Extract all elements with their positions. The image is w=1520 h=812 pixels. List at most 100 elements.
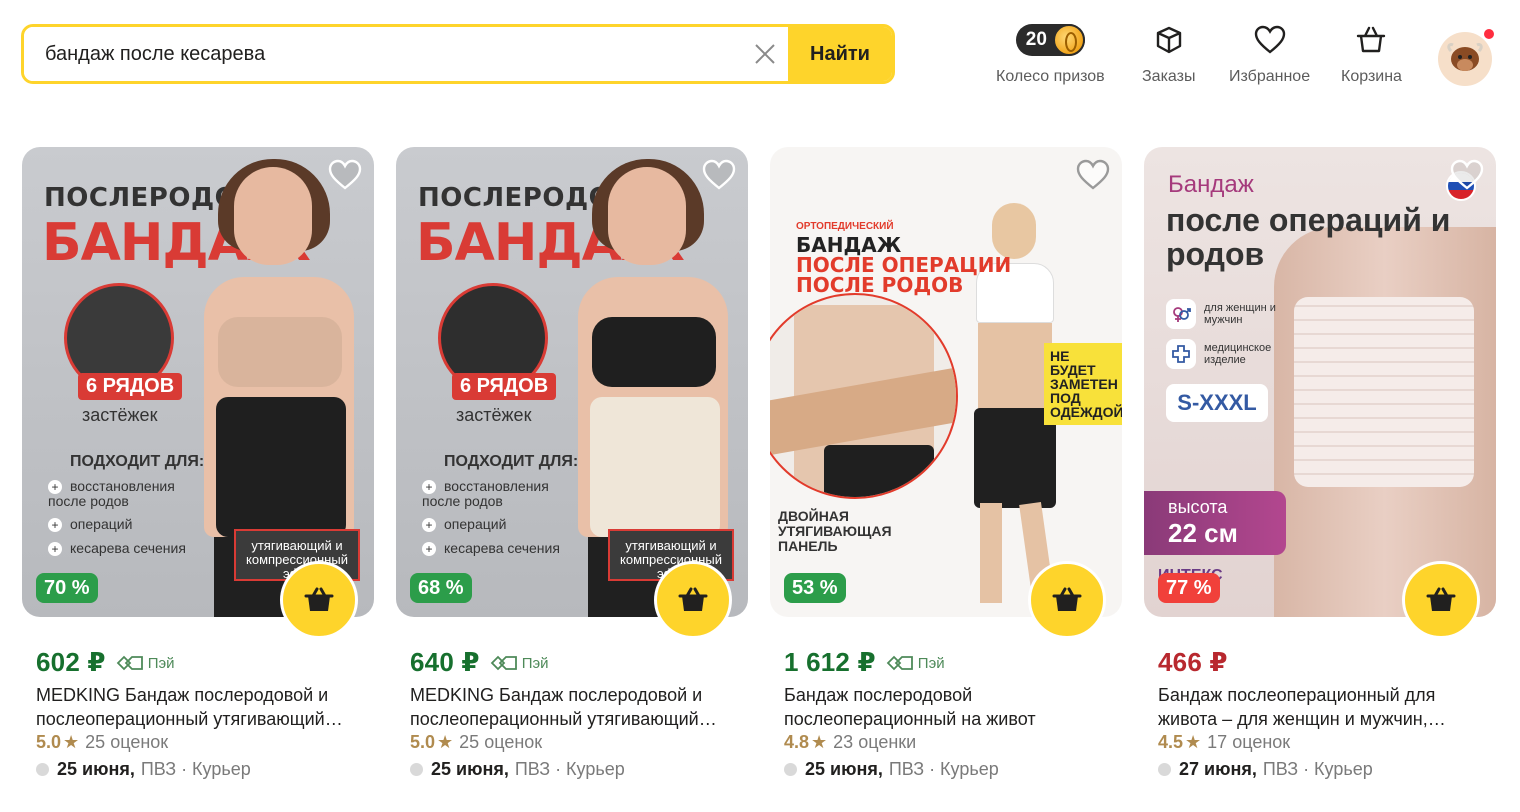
gender-icon — [1166, 299, 1196, 329]
product-card: ПОСЛЕРОДОВОЙ БАНДАЖ 6 РЯДОВ застёжек ПОД… — [22, 147, 374, 779]
size-badge: S-XXXL — [1166, 384, 1268, 422]
prize-wheel-button[interactable]: 20 Колесо призов — [996, 22, 1105, 86]
reviews-count: 25 оценок — [85, 732, 169, 752]
price-row: 602 ₽ Пэй — [36, 647, 175, 678]
favorites-button[interactable]: Избранное — [1229, 22, 1310, 86]
feature-item: медицинское изделие — [1166, 339, 1284, 369]
price: 640 ₽ — [410, 647, 480, 677]
box-icon — [1156, 26, 1181, 54]
add-to-cart-button[interactable] — [654, 561, 732, 639]
delivery-dot-icon — [784, 763, 797, 776]
cart-button[interactable]: Корзина — [1341, 22, 1402, 86]
cart-label: Корзина — [1341, 68, 1402, 85]
fits-heading: ПОДХОДИТ ДЛЯ: — [444, 453, 579, 470]
closeup-inset — [770, 293, 958, 499]
product-card: Бандаж после операций и родов для женщин… — [1144, 147, 1496, 779]
rating-value: 4.5 — [1158, 732, 1184, 752]
product-photo: ПОСЛЕРОДОВОЙ БАНДАЖ 6 РЯДОВ застёжек ПОД… — [396, 147, 748, 617]
delivery-row: 25 июня, ПВЗ · Курьер — [36, 759, 251, 780]
product-card: ПОСЛЕРОДОВОЙ БАНДАЖ 6 РЯДОВ застёжек ПОД… — [396, 147, 748, 779]
image-headline: БАНДАЖ — [796, 233, 902, 257]
pay-card-icon — [490, 655, 517, 671]
product-title[interactable]: Бандаж послеродовой послеоперационный на… — [784, 683, 1118, 731]
rating-row: 5.0 ★ 25 оценок — [410, 732, 542, 753]
height-badge: высота 22 см — [1144, 491, 1286, 555]
bullet-item: кесарева сечения — [422, 541, 560, 556]
delivery-row: 25 июня, ПВЗ · Курьер — [410, 759, 625, 780]
rating-row: 4.8 ★ 23 оценки — [784, 732, 916, 753]
product-card: ОРТОПЕДИЧЕСКИЙ БАНДАЖ ПОСЛЕ ОПЕРАЦИИ ПОС… — [770, 147, 1122, 779]
product-title[interactable]: MEDKING Бандаж послеродовой и послеопера… — [410, 683, 744, 731]
image-headline-big: после операций и родов — [1166, 202, 1451, 272]
discount-badge: 53 % — [784, 573, 846, 603]
heart-icon — [1254, 25, 1285, 54]
product-image[interactable]: ПОСЛЕРОДОВОЙ БАНДАЖ 6 РЯДОВ застёжек ПОД… — [22, 147, 374, 617]
coins-count: 20 — [1025, 29, 1047, 50]
delivery-dot-icon — [1158, 763, 1171, 776]
clear-search-button[interactable] — [742, 27, 788, 81]
rows-badge: 6 РЯДОВ — [78, 373, 183, 400]
yak-avatar-icon — [1447, 43, 1483, 71]
fits-heading: ПОДХОДИТ ДЛЯ: — [70, 453, 205, 470]
rating-row: 5.0 ★ 25 оценок — [36, 732, 168, 753]
price-row: 640 ₽ Пэй — [410, 647, 549, 678]
rating-value: 4.8 — [784, 732, 810, 752]
pay-card-icon — [116, 655, 143, 671]
coins-badge: 20 — [1015, 24, 1085, 56]
search-input[interactable] — [24, 27, 742, 81]
star-icon: ★ — [811, 732, 828, 752]
delivery-methods: ПВЗ · Курьер — [514, 759, 625, 779]
product-image[interactable]: ПОСЛЕРОДОВОЙ БАНДАЖ 6 РЯДОВ застёжек ПОД… — [396, 147, 748, 617]
delivery-dot-icon — [36, 763, 49, 776]
rows-badge: 6 РЯДОВ — [452, 373, 557, 400]
bullet-item: операций — [48, 517, 132, 532]
pay-card-icon — [886, 655, 913, 671]
rating-value: 5.0 — [410, 732, 436, 752]
delivery-methods: ПВЗ · Курьер — [140, 759, 251, 779]
orders-button[interactable]: Заказы — [1142, 22, 1195, 86]
price: 466 ₽ — [1158, 647, 1228, 677]
search-bar: Найти — [21, 24, 895, 84]
product-photo: ПОСЛЕРОДОВОЙ БАНДАЖ 6 РЯДОВ застёжек ПОД… — [22, 147, 374, 617]
reviews-count: 25 оценок — [459, 732, 543, 752]
product-photo: ОРТОПЕДИЧЕСКИЙ БАНДАЖ ПОСЛЕ ОПЕРАЦИИ ПОС… — [770, 147, 1122, 617]
favorite-heart-icon[interactable] — [1450, 159, 1484, 191]
close-icon — [755, 44, 775, 64]
add-to-cart-button[interactable] — [280, 561, 358, 639]
product-image[interactable]: Бандаж после операций и родов для женщин… — [1144, 147, 1496, 617]
pay-label: Пэй — [147, 654, 175, 672]
product-title[interactable]: Бандаж послеоперационный для живота – дл… — [1158, 683, 1492, 731]
product-title[interactable]: MEDKING Бандаж послеродовой и послеопера… — [36, 683, 370, 731]
favorite-heart-icon[interactable] — [1076, 159, 1110, 191]
bullet-item: операций — [422, 517, 506, 532]
bullet-item: восстановления после родов — [48, 479, 188, 509]
delivery-methods: ПВЗ · Курьер — [888, 759, 999, 779]
basket-icon — [1426, 587, 1456, 611]
rows-sub: застёжек — [456, 405, 532, 425]
favorites-label: Избранное — [1229, 68, 1311, 85]
add-to-cart-button[interactable] — [1402, 561, 1480, 639]
delivery-date: 27 июня, — [1179, 759, 1257, 779]
image-small-caption: ОРТОПЕДИЧЕСКИЙ — [796, 221, 894, 232]
basket-icon — [304, 587, 334, 611]
avatar[interactable] — [1438, 32, 1492, 86]
price: 602 ₽ — [36, 647, 106, 677]
add-to-cart-button[interactable] — [1028, 561, 1106, 639]
delivery-date: 25 июня, — [805, 759, 883, 779]
favorite-heart-icon[interactable] — [328, 159, 362, 191]
basket-icon — [678, 587, 708, 611]
pay-label: Пэй — [917, 654, 945, 672]
basket-icon — [1052, 587, 1082, 611]
search-button[interactable]: Найти — [788, 27, 892, 81]
product-image[interactable]: ОРТОПЕДИЧЕСКИЙ БАНДАЖ ПОСЛЕ ОПЕРАЦИИ ПОС… — [770, 147, 1122, 617]
feature-item: для женщин и мужчин — [1166, 299, 1284, 329]
rows-sub: застёжек — [82, 405, 158, 425]
pay-label: Пэй — [521, 654, 549, 672]
delivery-row: 25 июня, ПВЗ · Курьер — [784, 759, 999, 780]
discount-badge: 77 % — [1158, 573, 1220, 603]
feature-label: медицинское изделие — [1204, 342, 1272, 366]
image-headline-red: ПОСЛЕ РОДОВ — [796, 273, 964, 297]
favorite-heart-icon[interactable] — [702, 159, 736, 191]
star-icon: ★ — [1185, 732, 1202, 752]
prize-wheel-label: Колесо призов — [996, 68, 1105, 85]
